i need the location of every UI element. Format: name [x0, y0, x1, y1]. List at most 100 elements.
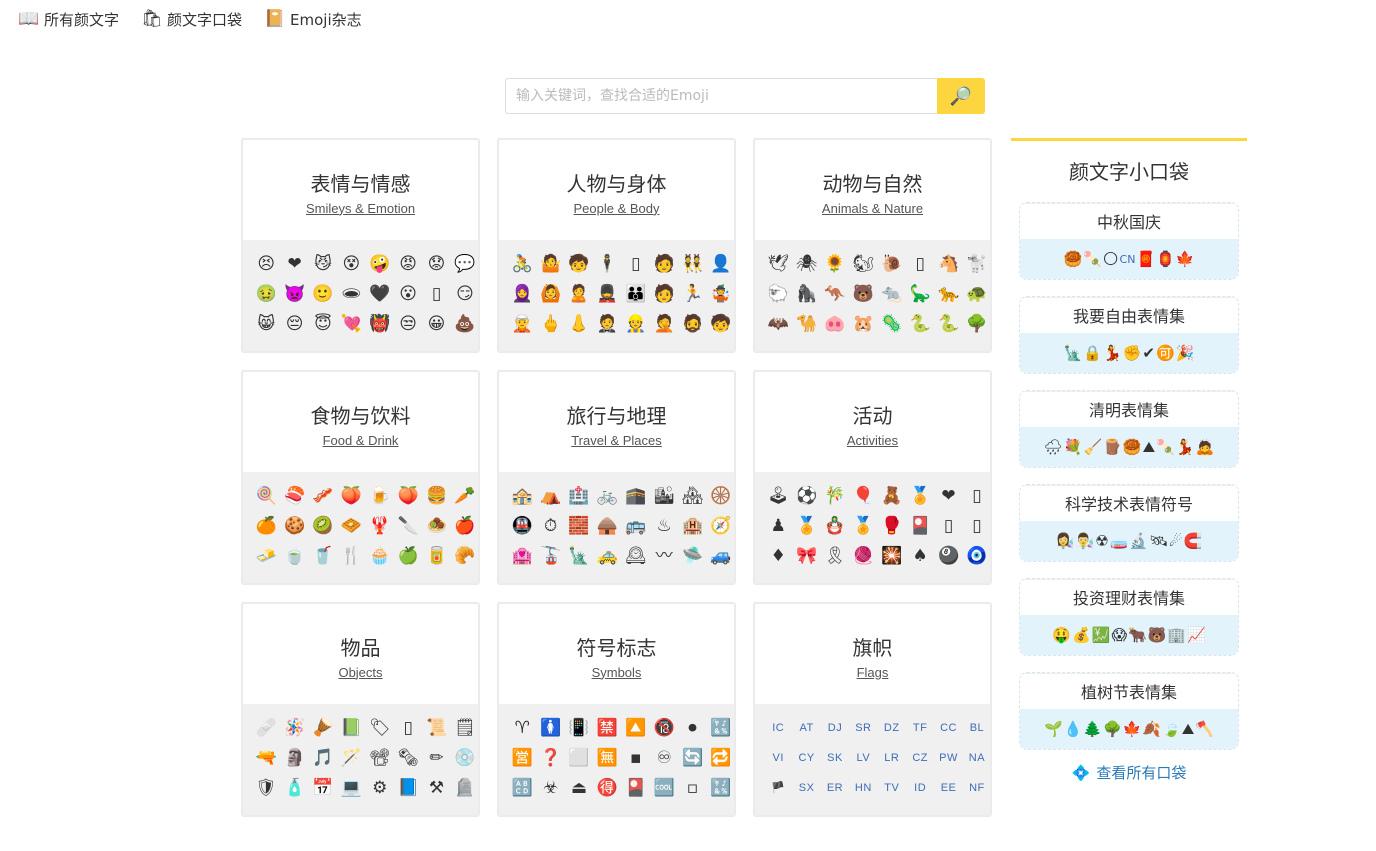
emoji-item[interactable]: 🥊 — [878, 511, 906, 541]
emoji-item[interactable]: TV — [878, 773, 906, 803]
emoji-item[interactable]: ☣ — [536, 773, 564, 803]
emoji-item[interactable]: 🦇 — [764, 309, 792, 339]
emoji-item[interactable]: CC — [934, 713, 962, 743]
emoji-item[interactable]: 🎀 — [792, 541, 820, 571]
emoji-item[interactable]: 🍪 — [280, 511, 308, 541]
emoji-item[interactable]: 🎵 — [309, 743, 337, 773]
emoji-item[interactable]: 🧑 — [650, 279, 678, 309]
emoji-item[interactable]: 🍣 — [280, 481, 308, 511]
emoji-item[interactable]: 🐩 — [963, 249, 990, 279]
emoji-item[interactable]: 😣 — [252, 249, 280, 279]
emoji-item[interactable]: 📳 — [565, 713, 593, 743]
emoji-item[interactable]: EE — [934, 773, 962, 803]
emoji-item[interactable]: ER — [821, 773, 849, 803]
emoji-item[interactable]: 🍔 — [422, 481, 450, 511]
emoji-item[interactable]: VI — [764, 743, 792, 773]
category-subtitle-link[interactable]: People & Body — [573, 201, 659, 216]
emoji-item[interactable]: 😔 — [280, 309, 308, 339]
emoji-item[interactable]: ▯ — [422, 279, 450, 309]
emoji-item[interactable]: 🧒 — [707, 309, 734, 339]
emoji-item[interactable]: 😀 — [422, 309, 450, 339]
emoji-item[interactable]: SX — [792, 773, 820, 803]
emoji-item[interactable]: 🛞 — [707, 481, 734, 511]
emoji-item[interactable]: ▯ — [963, 511, 990, 541]
emoji-item[interactable]: 🕋 — [622, 481, 650, 511]
emoji-item[interactable]: 🏴 — [764, 773, 792, 803]
emoji-item[interactable]: 🐢 — [963, 279, 990, 309]
emoji-item[interactable]: 🚕 — [593, 541, 621, 571]
emoji-item[interactable]: 🆒 — [650, 773, 678, 803]
emoji-item[interactable]: 😵 — [337, 249, 365, 279]
emoji-item[interactable]: 🏷 — [366, 713, 394, 743]
emoji-item[interactable]: BL — [963, 713, 990, 743]
emoji-item[interactable]: 🧴 — [280, 773, 308, 803]
emoji-item[interactable]: 🪄 — [337, 743, 365, 773]
emoji-item[interactable]: 🏃 — [678, 279, 706, 309]
emoji-item[interactable]: ▪ — [622, 743, 650, 773]
emoji-item[interactable]: 👿 — [280, 279, 308, 309]
category-subtitle-link[interactable]: Activities — [847, 433, 898, 448]
emoji-item[interactable]: 🥝 — [309, 511, 337, 541]
emoji-item[interactable]: 🚡 — [536, 541, 564, 571]
emoji-item[interactable]: 🐹 — [849, 309, 877, 339]
emoji-item[interactable]: 🧆 — [422, 511, 450, 541]
emoji-item[interactable]: 🥫 — [422, 541, 450, 571]
nav-link-1[interactable]: 🛍 颜文字口袋 — [141, 9, 242, 30]
emoji-item[interactable]: 🍑 — [394, 481, 422, 511]
emoji-item[interactable]: 🔁 — [707, 743, 734, 773]
emoji-item[interactable]: 🥤 — [309, 541, 337, 571]
emoji-item[interactable]: 🖤 — [366, 279, 394, 309]
emoji-item[interactable]: ✏ — [422, 743, 450, 773]
emoji-item[interactable]: LV — [849, 743, 877, 773]
emoji-item[interactable]: 🕹 — [764, 481, 792, 511]
emoji-item[interactable]: 🈲 — [593, 713, 621, 743]
emoji-item[interactable]: 🛸 — [678, 541, 706, 571]
emoji-item[interactable]: 🧸 — [878, 481, 906, 511]
emoji-item[interactable]: 👃 — [565, 309, 593, 339]
emoji-item[interactable]: 🍑 — [337, 481, 365, 511]
emoji-item[interactable]: 🧕 — [508, 279, 536, 309]
emoji-item[interactable]: 🗒 — [451, 713, 478, 743]
category-card[interactable]: 动物与自然 Animals & Nature 🕊 🕷 🌻 🐿 🐌 ▯ 🐴 🐩 🐑 🦍 🦘 🐻 🐀 🦕 🐆 🐢 🦇 🐪 🐽… — [753, 138, 992, 353]
emoji-item[interactable]: 🙆 — [536, 279, 564, 309]
emoji-item[interactable]: 🧑 — [650, 249, 678, 279]
pocket-card[interactable]: 中秋国庆 🥮 🍡 🌕 CN 🧧 🏮 🍁 — [1019, 202, 1239, 280]
category-card[interactable]: 符号标志 Symbols ♈ 🚺 📳 🈲 🔼 🔞 ⏺ 🔣 🈺 ❓ ⬜ 🈚 ▪ ♾ 🔄 🔁 🔠 ☣ ⏏ 🉐 🎴 🆒 ▫ 🔣 — [497, 602, 736, 817]
emoji-item[interactable]: 👤 — [707, 249, 734, 279]
emoji-item[interactable]: IC — [764, 713, 792, 743]
emoji-item[interactable]: ♾ — [650, 743, 678, 773]
emoji-item[interactable]: ❓ — [536, 743, 564, 773]
emoji-item[interactable]: 😮 — [394, 279, 422, 309]
emoji-item[interactable]: ⛺ — [536, 481, 564, 511]
emoji-item[interactable]: 🤦 — [650, 309, 678, 339]
emoji-item[interactable]: ⏏ — [565, 773, 593, 803]
emoji-item[interactable]: 🍵 — [280, 541, 308, 571]
emoji-item[interactable]: 😡 — [394, 249, 422, 279]
emoji-item[interactable]: 🤪 — [366, 249, 394, 279]
emoji-item[interactable]: ♠ — [906, 541, 934, 571]
emoji-item[interactable]: 📅 — [309, 773, 337, 803]
emoji-item[interactable]: 💬 — [451, 249, 478, 279]
emoji-item[interactable]: 🤷 — [536, 249, 564, 279]
pocket-card[interactable]: 科学技术表情符号 👩‍🔬 👨‍🔬 ☢ 🧫 🔬 🛰 ☄ 🧲 — [1019, 484, 1239, 562]
pocket-card[interactable]: 我要自由表情集 🗽 🔒 💃 ✊ ✔ 🉑 🎉 — [1019, 296, 1239, 374]
pocket-card[interactable]: 清明表情集 🌧 💐 🧹 🪵 🥮 ⛰ 🍡 💃 🙇 — [1019, 390, 1239, 468]
emoji-item[interactable]: 🦕 — [906, 279, 934, 309]
emoji-item[interactable]: 🎈 — [849, 481, 877, 511]
emoji-item[interactable]: 🏥 — [565, 481, 593, 511]
emoji-item[interactable]: 🕴 — [593, 249, 621, 279]
emoji-item[interactable]: 🎗 — [821, 541, 849, 571]
emoji-item[interactable]: ▯ — [622, 249, 650, 279]
emoji-item[interactable]: 〰 — [650, 541, 678, 571]
emoji-item[interactable]: CY — [792, 743, 820, 773]
emoji-item[interactable]: 🐌 — [878, 249, 906, 279]
emoji-item[interactable]: ❤ — [934, 481, 962, 511]
emoji-item[interactable]: 🏅 — [849, 511, 877, 541]
category-card[interactable]: 旗帜 Flags IC AT DJ SR DZ TF CC BL VI CY SK LV LR CZ PW NA 🏴… — [753, 602, 992, 817]
emoji-item[interactable]: 🔄 — [678, 743, 706, 773]
category-subtitle-link[interactable]: Flags — [857, 665, 889, 680]
emoji-item[interactable]: 🚴 — [508, 249, 536, 279]
emoji-item[interactable]: 🎋 — [821, 481, 849, 511]
emoji-item[interactable]: 📜 — [422, 713, 450, 743]
emoji-item[interactable]: 🚌 — [622, 511, 650, 541]
